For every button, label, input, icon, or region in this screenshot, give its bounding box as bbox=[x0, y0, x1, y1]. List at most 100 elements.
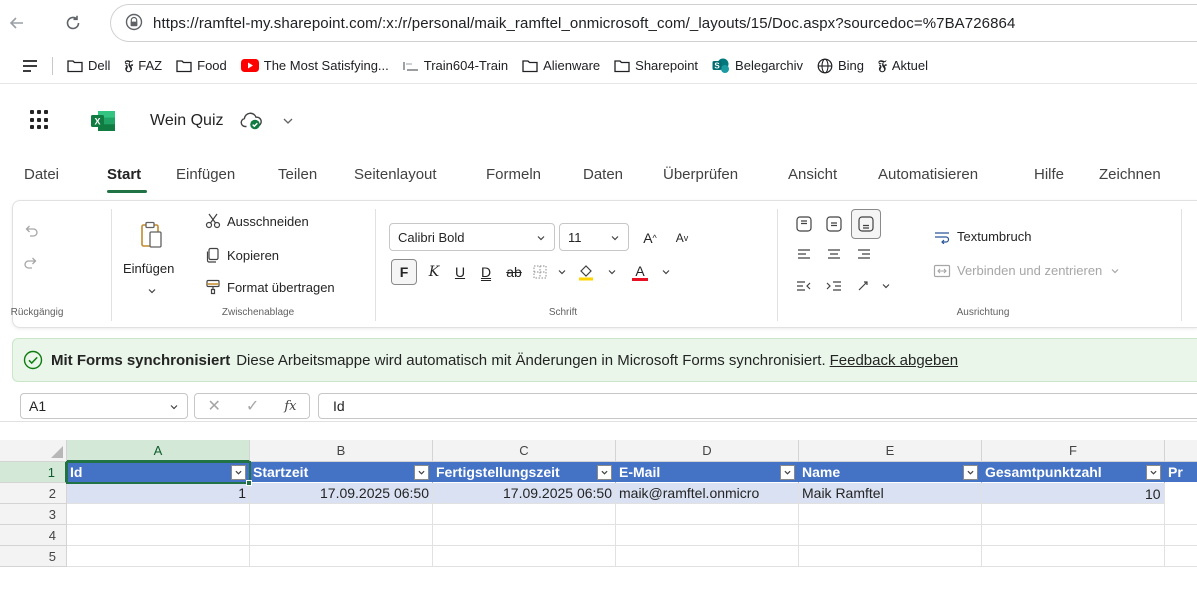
table-cell[interactable] bbox=[616, 546, 799, 567]
column-header-b[interactable]: B bbox=[250, 440, 433, 462]
redo-icon[interactable] bbox=[23, 255, 39, 274]
table-cell[interactable] bbox=[433, 504, 616, 525]
paste-icon[interactable] bbox=[139, 221, 163, 252]
table-cell[interactable] bbox=[982, 483, 1165, 504]
tab-ansicht[interactable]: Ansicht bbox=[788, 166, 837, 183]
align-right-icon[interactable] bbox=[851, 241, 877, 267]
bookmark-faz[interactable]: 𝔉 FAZ bbox=[124, 58, 162, 74]
table-cell[interactable] bbox=[67, 504, 250, 525]
cut-button[interactable]: Ausschneiden bbox=[205, 213, 309, 229]
table-cell[interactable] bbox=[433, 546, 616, 567]
table-cell[interactable] bbox=[250, 504, 433, 525]
undo-icon[interactable] bbox=[23, 223, 39, 242]
row-header-2[interactable]: 2 bbox=[0, 483, 67, 504]
url-text[interactable]: https://ramftel-my.sharepoint.com/:x:/r/… bbox=[153, 15, 1015, 32]
name-box[interactable]: A1 bbox=[20, 393, 188, 419]
italic-button[interactable]: K bbox=[421, 259, 447, 285]
table-cell[interactable]: 17.09.2025 06:50 bbox=[433, 483, 616, 504]
filter-dropdown-icon[interactable] bbox=[1146, 465, 1161, 480]
table-cell[interactable]: 1 bbox=[67, 483, 250, 504]
table-cell[interactable] bbox=[250, 525, 433, 546]
bookmark-bing[interactable]: Bing bbox=[817, 58, 864, 74]
confirm-icon[interactable]: ✓ bbox=[246, 396, 259, 416]
filter-dropdown-icon[interactable] bbox=[597, 465, 612, 480]
align-left-icon[interactable] bbox=[791, 241, 817, 267]
filter-dropdown-icon[interactable] bbox=[963, 465, 978, 480]
function-icon[interactable]: fx bbox=[284, 399, 296, 414]
merge-center-button[interactable]: Verbinden und zentrieren bbox=[933, 263, 1120, 278]
table-cell[interactable] bbox=[616, 525, 799, 546]
fill-handle[interactable] bbox=[246, 480, 252, 486]
fill-color-icon[interactable] bbox=[573, 259, 599, 285]
filter-dropdown-icon[interactable] bbox=[414, 465, 429, 480]
row-header-3[interactable]: 3 bbox=[0, 504, 67, 525]
tab-zeichnen[interactable]: Zeichnen bbox=[1099, 166, 1161, 183]
chevron-down-icon[interactable] bbox=[147, 283, 157, 298]
row-header-4[interactable]: 4 bbox=[0, 525, 67, 546]
table-header-cell[interactable]: Fertigstellungszeit bbox=[433, 462, 616, 483]
bookmark-belegarchiv[interactable]: S Belegarchiv bbox=[712, 58, 803, 74]
table-cell[interactable]: 17.09.2025 06:50 bbox=[250, 483, 433, 504]
table-cell[interactable] bbox=[1165, 504, 1197, 525]
table-cell[interactable] bbox=[982, 525, 1165, 546]
site-info-icon[interactable] bbox=[125, 13, 143, 34]
table-cell[interactable]: 10 bbox=[1145, 483, 1197, 504]
tab-einfuegen[interactable]: Einfügen bbox=[176, 166, 235, 183]
table-cell[interactable] bbox=[982, 504, 1165, 525]
align-top-icon[interactable] bbox=[791, 211, 817, 237]
bookmark-sharepoint[interactable]: Sharepoint bbox=[614, 58, 698, 73]
chevron-down-icon[interactable] bbox=[599, 259, 625, 285]
table-cell[interactable] bbox=[433, 525, 616, 546]
bookmark-aktuel[interactable]: 𝔉 Aktuel bbox=[878, 58, 928, 74]
tab-automatisieren[interactable]: Automatisieren bbox=[878, 166, 978, 183]
table-header-cell[interactable]: E-Mail bbox=[616, 462, 799, 483]
table-cell[interactable] bbox=[67, 546, 250, 567]
tab-formeln[interactable]: Formeln bbox=[486, 166, 541, 183]
table-header-cell[interactable]: Name bbox=[799, 462, 982, 483]
select-all-corner[interactable] bbox=[0, 440, 67, 462]
table-cell[interactable] bbox=[250, 546, 433, 567]
tab-start[interactable]: Start bbox=[107, 166, 141, 183]
bookmark-youtube[interactable]: The Most Satisfying... bbox=[240, 58, 389, 73]
decrease-indent-icon[interactable] bbox=[791, 273, 817, 299]
column-header-f[interactable]: F bbox=[982, 440, 1165, 462]
tab-ueberpruefen[interactable]: Überprüfen bbox=[663, 166, 738, 183]
chevron-down-icon[interactable] bbox=[653, 259, 679, 285]
table-header-cell[interactable]: Startzeit bbox=[250, 462, 433, 483]
table-cell[interactable]: maik@ramftel.onmicro bbox=[616, 483, 799, 504]
column-header-d[interactable]: D bbox=[616, 440, 799, 462]
tab-daten[interactable]: Daten bbox=[583, 166, 623, 183]
row-header-1[interactable]: 1 bbox=[0, 462, 67, 483]
table-cell[interactable] bbox=[1165, 525, 1197, 546]
align-center-icon[interactable] bbox=[821, 241, 847, 267]
tab-teilen[interactable]: Teilen bbox=[278, 166, 317, 183]
reload-icon[interactable] bbox=[58, 8, 88, 38]
filter-dropdown-icon[interactable] bbox=[231, 465, 246, 480]
tab-seitenlayout[interactable]: Seitenlayout bbox=[354, 166, 437, 183]
table-cell[interactable] bbox=[799, 525, 982, 546]
feedback-link[interactable]: Feedback abgeben bbox=[830, 352, 958, 369]
tab-hilfe[interactable]: Hilfe bbox=[1034, 166, 1064, 183]
table-cell[interactable] bbox=[799, 504, 982, 525]
back-arrow-icon[interactable] bbox=[2, 8, 32, 38]
table-cell[interactable] bbox=[982, 546, 1165, 567]
chevron-down-icon[interactable] bbox=[282, 114, 294, 129]
bookmark-alienware[interactable]: Alienware bbox=[522, 58, 600, 73]
font-color-icon[interactable]: A bbox=[627, 259, 653, 285]
increase-indent-icon[interactable] bbox=[821, 273, 847, 299]
cloud-saved-icon[interactable] bbox=[240, 112, 264, 133]
decrease-font-size-icon[interactable]: Av bbox=[669, 225, 695, 251]
table-cell[interactable] bbox=[799, 546, 982, 567]
increase-font-size-icon[interactable]: A ^ bbox=[637, 225, 663, 251]
bookmark-dell[interactable]: Dell bbox=[67, 58, 110, 73]
table-cell[interactable] bbox=[616, 504, 799, 525]
reading-list-icon[interactable] bbox=[22, 59, 38, 73]
filter-dropdown-icon[interactable] bbox=[780, 465, 795, 480]
formula-input[interactable]: Id bbox=[318, 393, 1197, 419]
bookmark-train[interactable]: Train604-Train bbox=[403, 58, 508, 73]
bold-button[interactable]: F bbox=[391, 259, 417, 285]
cancel-icon[interactable]: ✕ bbox=[208, 396, 221, 416]
copy-button[interactable]: Kopieren bbox=[205, 247, 279, 263]
row-header-5[interactable]: 5 bbox=[0, 546, 67, 567]
wrap-text-button[interactable]: Textumbruch bbox=[933, 229, 1031, 244]
